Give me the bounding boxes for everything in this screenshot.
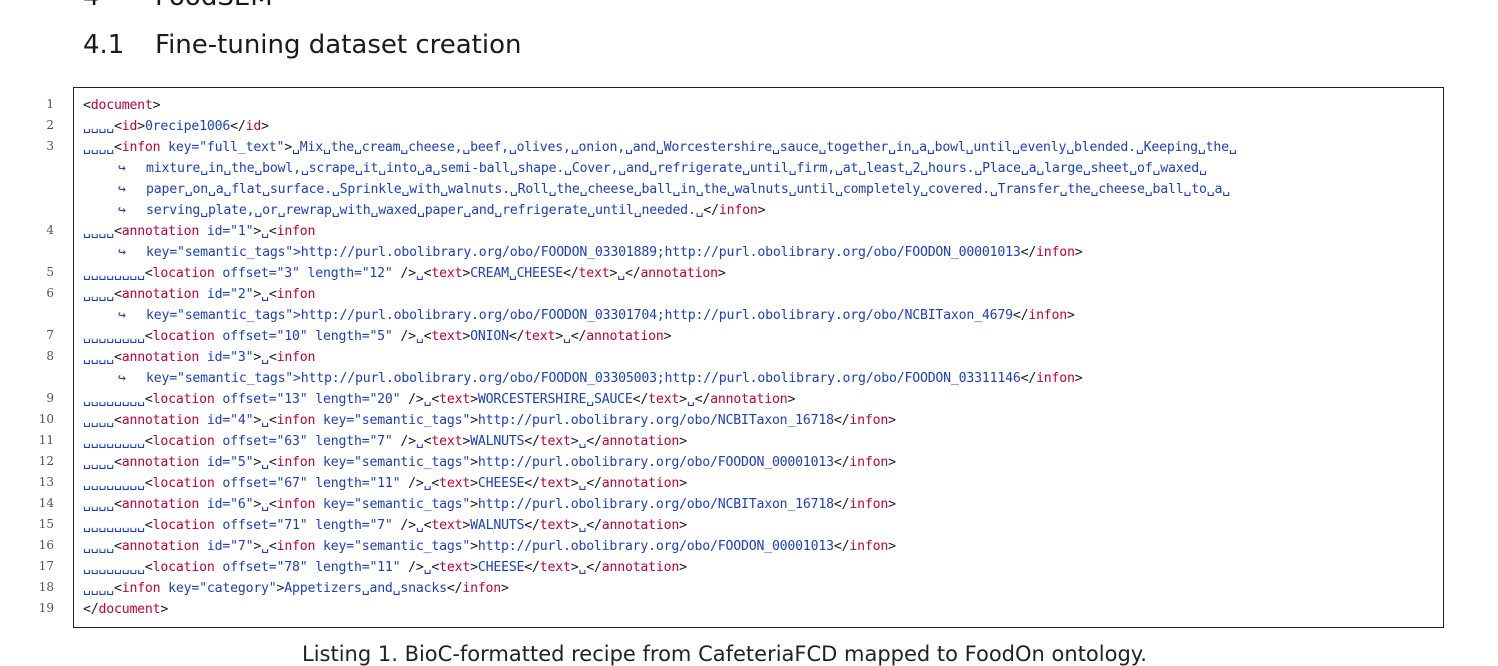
line-number: 10: [38, 412, 54, 426]
line-number: 7: [46, 328, 54, 342]
code-line: ␣␣␣␣<annotation id="6">␣<infon key="sema…: [83, 497, 896, 512]
code-line-continuation: ↪ key="semantic_tags">http://purl.obolibr…: [118, 305, 1075, 326]
subsection-number: 4.1: [83, 30, 125, 60]
subsection-title: Fine-tuning dataset creation: [155, 30, 522, 60]
section-number: 4: [83, 0, 155, 12]
listing-caption: Listing 1. BioC-formatted recipe from Ca…: [302, 642, 1147, 666]
code-line: ␣␣␣␣␣␣␣␣<location offset="10" length="5"…: [83, 329, 672, 344]
code-line: ␣␣␣␣<infon key="category">Appetizers␣and…: [83, 581, 509, 596]
code-line: ␣␣␣␣<annotation id="1">␣<infon: [83, 224, 316, 239]
line-number: 18: [38, 580, 54, 594]
code-line-continuation: ↪ mixture␣in␣the␣bowl,␣scrape␣it␣into␣a␣s…: [118, 158, 1207, 179]
continuation-arrow-icon: ↪: [118, 203, 126, 218]
line-number: 11: [38, 433, 54, 447]
line-number: 1: [46, 97, 54, 111]
line-number: 6: [46, 286, 54, 300]
code-line: ␣␣␣␣␣␣␣␣<location offset="78" length="11…: [83, 560, 687, 575]
line-number: 16: [38, 538, 54, 552]
code-line: <document>: [83, 98, 161, 113]
continuation-arrow-icon: ↪: [118, 371, 126, 386]
code-line: ␣␣␣␣<annotation id="2">␣<infon: [83, 287, 316, 302]
continuation-arrow-icon: ↪: [118, 308, 126, 323]
code-line-continuation: ↪ serving␣plate,␣or␣rewrap␣with␣waxed␣pap…: [118, 200, 766, 221]
line-number: 13: [38, 475, 54, 489]
line-number: 2: [46, 118, 54, 132]
code-line-continuation: ↪ key="semantic_tags">http://purl.obolibr…: [118, 368, 1083, 389]
section-title: FoodSEM: [155, 0, 273, 12]
line-number: 14: [38, 496, 54, 510]
code-line: ␣␣␣␣␣␣␣␣<location offset="67" length="11…: [83, 476, 687, 491]
code-line: ␣␣␣␣<infon key="full_text">␣Mix␣the␣crea…: [83, 140, 1237, 155]
line-number: 15: [38, 517, 54, 531]
continuation-arrow-icon: ↪: [118, 161, 126, 176]
code-line: ␣␣␣␣␣␣␣␣<location offset="3" length="12"…: [83, 266, 726, 281]
section-heading: 4FoodSEM: [83, 0, 273, 12]
line-number: 12: [38, 454, 54, 468]
line-number: 17: [38, 559, 54, 573]
code-line: ␣␣␣␣<annotation id="7">␣<infon key="sema…: [83, 539, 896, 554]
line-number: 8: [46, 349, 54, 363]
code-line: ␣␣␣␣␣␣␣␣<location offset="71" length="7"…: [83, 518, 687, 533]
line-number: 19: [38, 601, 54, 615]
code-line-continuation: ↪ key="semantic_tags">http://purl.obolibr…: [118, 242, 1083, 263]
code-line: ␣␣␣␣<id>0recipe1006</id>: [83, 119, 269, 134]
line-number: 9: [46, 391, 54, 405]
continuation-arrow-icon: ↪: [118, 182, 126, 197]
code-line: ␣␣␣␣<annotation id="5">␣<infon key="sema…: [83, 455, 896, 470]
continuation-arrow-icon: ↪: [118, 245, 126, 260]
code-line-continuation: ↪ paper␣on␣a␣flat␣surface.␣Sprinkle␣with␣…: [118, 179, 1230, 200]
code-line: ␣␣␣␣<annotation id="4">␣<infon key="sema…: [83, 413, 896, 428]
subsection-heading: 4.1 Fine-tuning dataset creation: [83, 30, 521, 60]
code-line: </document>: [83, 602, 169, 617]
line-number: 5: [46, 265, 54, 279]
line-number: 4: [46, 223, 54, 237]
line-number: 3: [46, 139, 54, 153]
code-line: ␣␣␣␣␣␣␣␣<location offset="63" length="7"…: [83, 434, 687, 449]
code-line: ␣␣␣␣␣␣␣␣<location offset="13" length="20…: [83, 392, 796, 407]
code-line: ␣␣␣␣<annotation id="3">␣<infon: [83, 350, 316, 365]
